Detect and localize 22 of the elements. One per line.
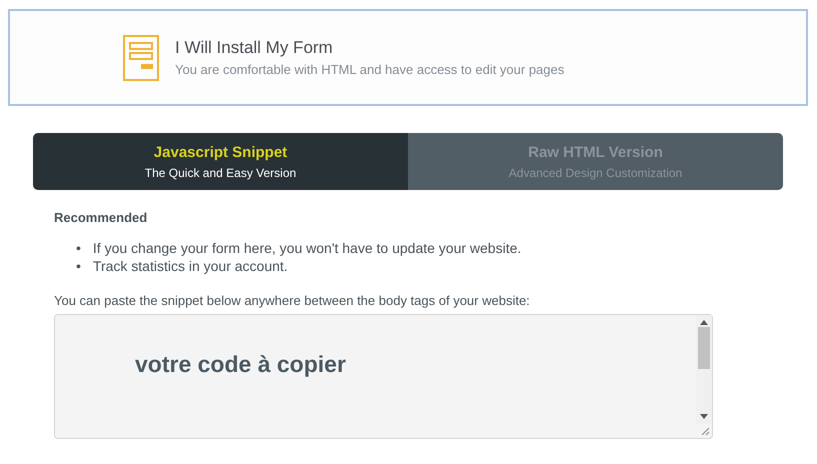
form-icon	[123, 34, 159, 80]
tab-title: Javascript Snippet	[154, 144, 288, 160]
code-field[interactable]: votre code à copier	[54, 314, 713, 439]
bullet-marker: •	[76, 239, 81, 257]
section-heading: Recommended	[54, 210, 148, 225]
tab-subtitle: The Quick and Easy Version	[144, 166, 296, 180]
bullet-marker: •	[76, 257, 81, 275]
scroll-down-icon[interactable]	[700, 414, 708, 419]
scroll-up-icon[interactable]	[700, 320, 708, 325]
code-text: votre code à copier	[135, 351, 346, 378]
bullet-item: If you change your form here, you won't have to update your website.	[92, 239, 522, 257]
option-title: I Will Install My Form	[175, 38, 334, 58]
bullet-item: Track statistics in your account.	[92, 257, 288, 275]
tab-subtitle: Advanced Design Customization	[508, 166, 682, 180]
tab[interactable]: Javascript Snippet The Quick and Easy Version	[33, 133, 408, 190]
resize-handle-icon[interactable]	[701, 427, 709, 435]
tab-title: Raw HTML Version	[528, 144, 663, 160]
instruction-text: You can paste the snippet below anywhere between the body tags of your website:	[54, 293, 531, 308]
option-description: You are comfortable with HTML and have access to edit your pages	[175, 62, 564, 77]
scrollbar[interactable]	[696, 315, 712, 424]
install-option-card[interactable]: I Will Install My Form You are comfortable with HTML and have access to edit your pages	[8, 9, 808, 106]
scroll-thumb[interactable]	[698, 327, 710, 369]
